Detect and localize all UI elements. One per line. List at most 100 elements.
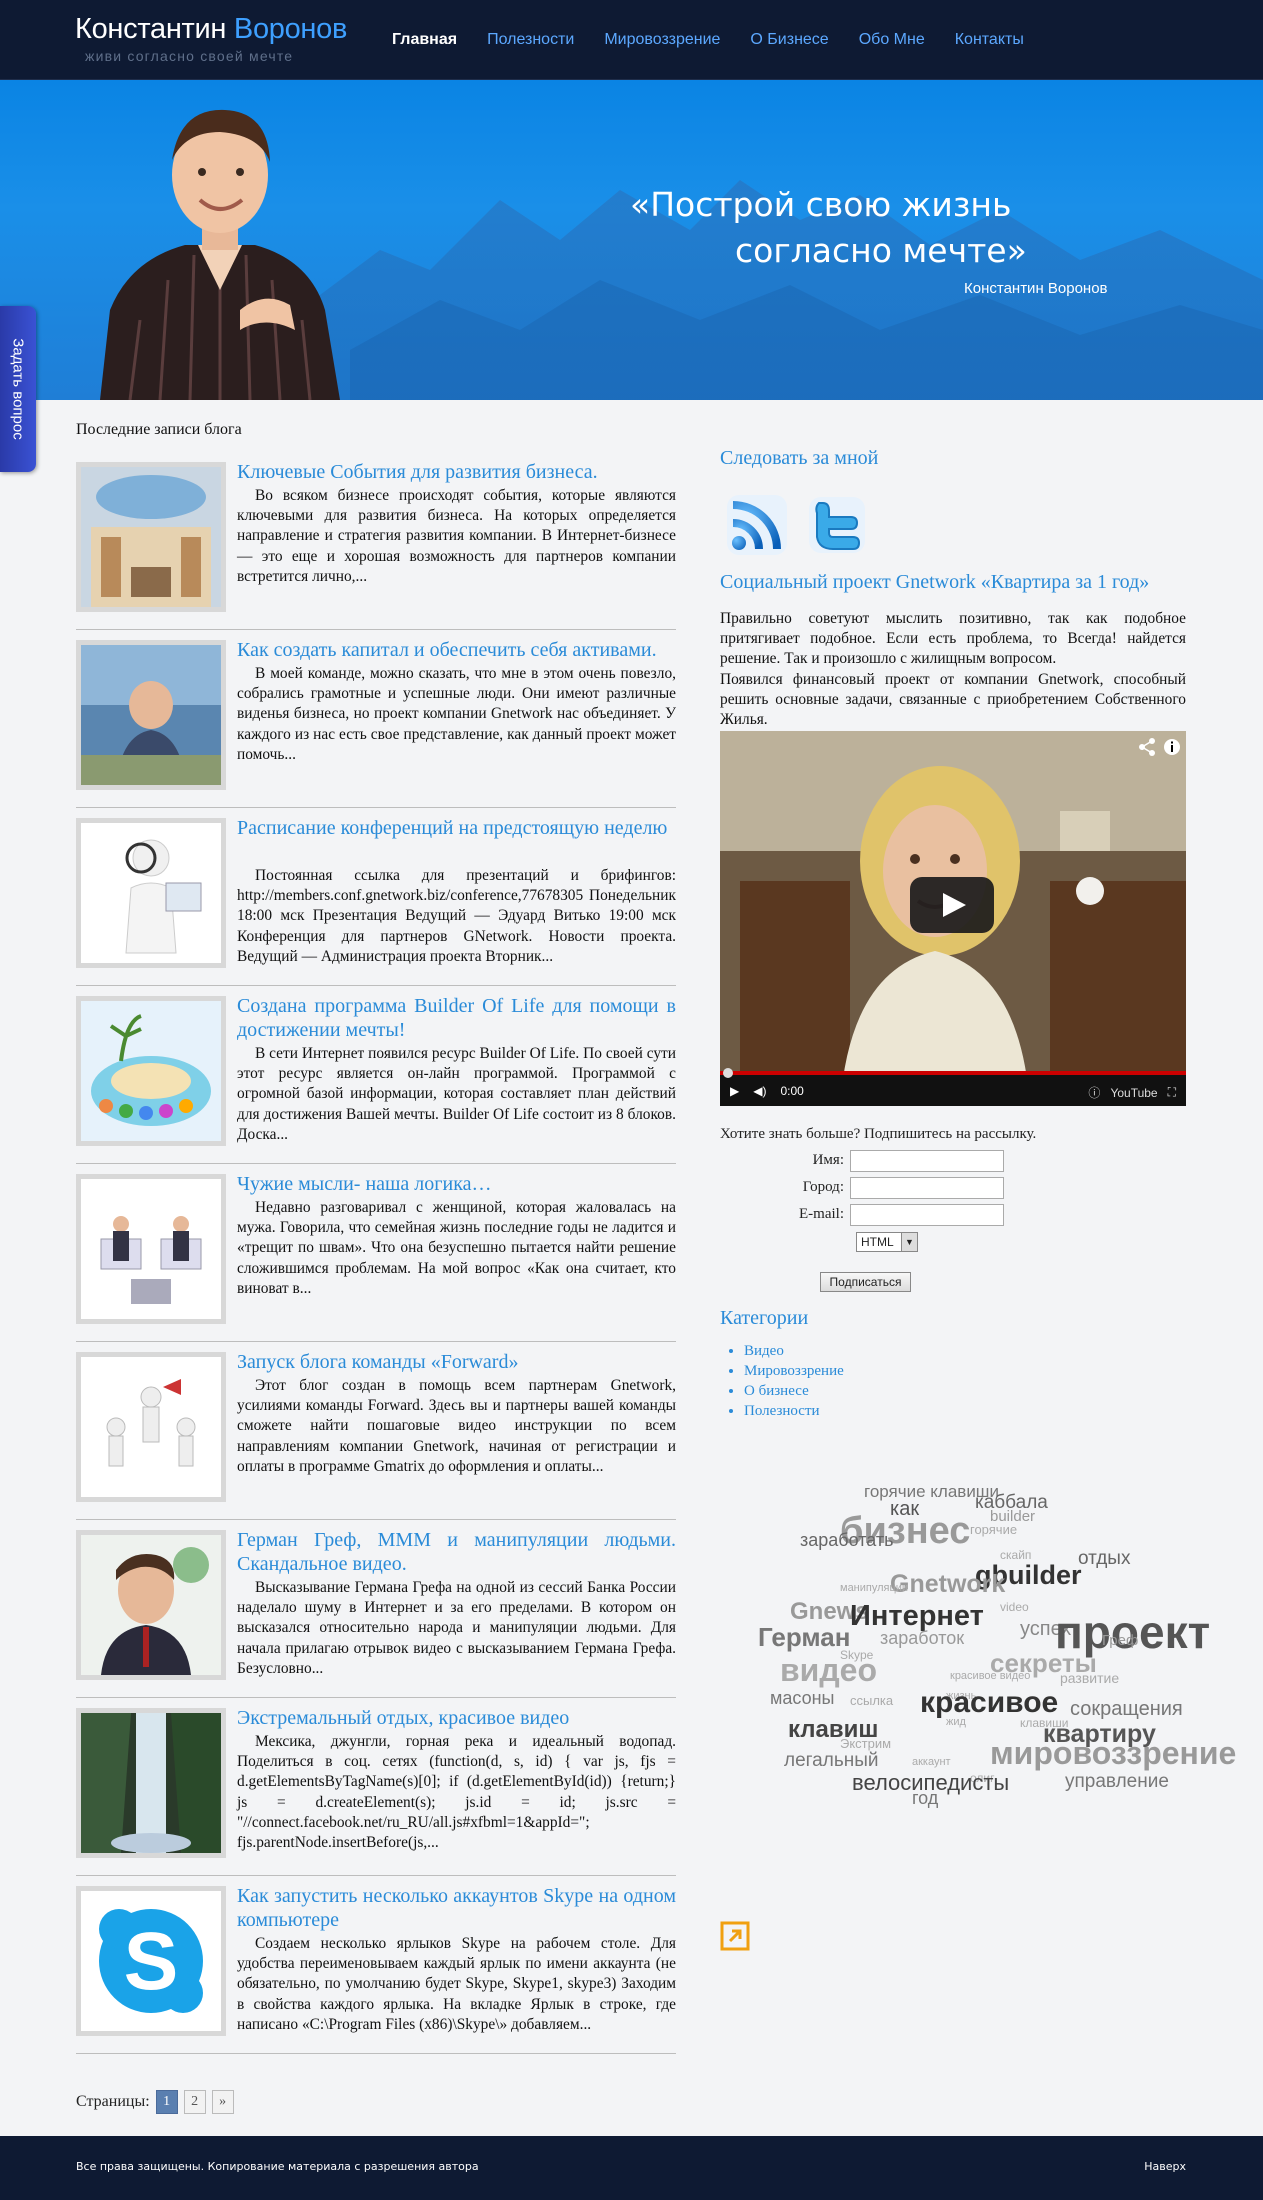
post-thumbnail[interactable] <box>76 640 226 790</box>
post-thumbnail[interactable] <box>76 996 226 1146</box>
post-thumbnail[interactable] <box>76 1708 226 1858</box>
ask-question-tab[interactable]: Задать вопрос <box>0 306 36 472</box>
tag-link[interactable]: заработок <box>880 1628 964 1649</box>
hero-quote: «Построй свою жизнь согласно мечте» <box>630 185 1027 270</box>
play-icon[interactable] <box>910 877 994 933</box>
video-player[interactable]: ▶ ◀) 0:00 ⓘ YouTube ⛶ <box>720 731 1186 1106</box>
post-thumbnail[interactable] <box>76 1530 226 1680</box>
volume-icon[interactable]: ◀) <box>753 1084 766 1098</box>
category-video[interactable]: Видео <box>744 1341 844 1361</box>
tag-link[interactable]: заработать <box>800 1530 894 1551</box>
post-thumbnail[interactable] <box>76 1352 226 1502</box>
tag-link[interactable]: год <box>912 1788 938 1809</box>
post-thumbnail[interactable] <box>76 462 226 612</box>
project-title[interactable]: Социальный проект Gnetwork «Квартира за … <box>720 569 1186 595</box>
page-1[interactable]: 1 <box>155 2090 178 2114</box>
post-title-link[interactable]: Создана программа Builder Of Life для по… <box>237 994 676 1042</box>
post-title-link[interactable]: Как создать капитал и обеспечить себя ак… <box>237 638 676 662</box>
name-label: Имя: <box>812 1152 844 1168</box>
category-business[interactable]: О бизнесе <box>744 1381 844 1401</box>
rss-icon[interactable] <box>725 493 789 557</box>
youtube-logo[interactable]: YouTube <box>1110 1086 1157 1100</box>
tag-link[interactable]: развитие <box>1060 1670 1119 1686</box>
post-thumbnail[interactable]: S <box>76 1886 226 2036</box>
nav-useful[interactable]: Полезности <box>487 31 574 49</box>
svg-text:S: S <box>124 1916 179 2007</box>
post-excerpt: Постоянная ссылка для презентаций и бриф… <box>237 867 676 965</box>
tag-link[interactable]: масоны <box>770 1688 834 1709</box>
post-excerpt: В моей команде, можно сказать, что мне в… <box>237 665 676 763</box>
post-thumbnail[interactable] <box>76 818 226 968</box>
post-title-link[interactable]: Герман Греф, МММ и манипуляции людьми. С… <box>237 1528 676 1576</box>
tag-link[interactable]: управление <box>1065 1771 1169 1793</box>
tag-link[interactable]: ссылка <box>850 1693 893 1708</box>
blog-section-title: Последние записи блога <box>76 421 242 438</box>
city-label: Город: <box>802 1179 844 1195</box>
author-photo <box>100 109 340 400</box>
logo-tagline: живи согласно своей мечте <box>85 48 294 64</box>
tag-link[interactable]: легальный <box>784 1750 878 1772</box>
tag-link[interactable]: Греф <box>1102 1632 1138 1649</box>
nav-worldview[interactable]: Мировоззрение <box>604 31 720 49</box>
nav-about[interactable]: Обо Мне <box>859 31 925 49</box>
city-field[interactable] <box>850 1176 1004 1199</box>
info-icon[interactable]: ⓘ <box>1088 1084 1100 1101</box>
tag-link[interactable]: горячие <box>970 1522 1017 1537</box>
post-thumbnail[interactable] <box>76 1174 226 1324</box>
subscribe-button[interactable]: Подписаться <box>820 1272 911 1292</box>
project-paragraph-1: Правильно советуют мыслить позитивно, та… <box>720 610 1186 668</box>
post-title-link[interactable]: Чужие мысли- наша логика… <box>237 1172 676 1196</box>
follow-title: Следовать за мной <box>720 447 879 469</box>
category-useful[interactable]: Полезности <box>744 1401 844 1421</box>
site-logo[interactable]: Константин Воронов живи согласно своей м… <box>75 12 347 64</box>
post-title-link[interactable]: Запуск блога команды «Forward» <box>237 1350 676 1374</box>
blog-post: Создана программа Builder Of Life для по… <box>76 986 676 1164</box>
tag-cloud: горячие клавиши как каббала builder бизнес го… <box>758 1480 1236 1840</box>
expand-icon[interactable] <box>720 1921 750 1951</box>
follow-icons <box>725 493 1186 559</box>
video-controls: ▶ ◀) 0:00 <box>730 1084 804 1098</box>
nav-contacts[interactable]: Контакты <box>955 31 1024 49</box>
blog-post: Как создать капитал и обеспечить себя ак… <box>76 630 676 808</box>
tag-link[interactable]: video <box>1000 1600 1029 1614</box>
tag-link[interactable]: сокращения <box>1070 1698 1183 1721</box>
category-worldview[interactable]: Мировоззрение <box>744 1361 844 1381</box>
back-to-top-link[interactable]: Наверх <box>1144 2160 1186 2173</box>
page-next[interactable]: » <box>211 2090 234 2114</box>
name-field[interactable] <box>850 1149 1004 1172</box>
post-excerpt: В сети Интернет появился ресурс Builder … <box>237 1045 676 1143</box>
subscribe-title: Хотите знать больше? Подпишитесь на расс… <box>720 1126 1037 1142</box>
video-controls-right: ⓘ YouTube ⛶ <box>1088 1084 1176 1101</box>
categories-widget: Категории Видео Мировоззрение О бизнесе … <box>720 1305 844 1421</box>
post-title-link[interactable]: Как запустить несколько аккаунтов Skype … <box>237 1884 676 1932</box>
pagination: Страницы: 1 2 » <box>76 2090 234 2114</box>
post-excerpt: Высказывание Германа Грефа на одной из с… <box>237 1579 676 1677</box>
share-icon[interactable] <box>1136 737 1182 757</box>
nav-home[interactable]: Главная <box>392 31 457 49</box>
email-field[interactable] <box>850 1203 1004 1226</box>
nav-business[interactable]: О Бизнесе <box>750 31 828 49</box>
tag-link[interactable]: манипуляции <box>840 1582 908 1594</box>
format-select[interactable]: HTML ▼ <box>856 1232 918 1252</box>
post-excerpt: Этот блог создан в помощь всем партнерам… <box>237 1377 676 1475</box>
post-title-link[interactable]: Расписание конференций на предстоящую не… <box>237 816 676 840</box>
tag-link[interactable]: видео <box>780 1652 877 1689</box>
tag-link[interactable]: красивое <box>920 1686 1058 1720</box>
video-time: 0:00 <box>780 1084 804 1098</box>
tag-link[interactable]: Экстрим <box>840 1736 891 1751</box>
tag-link[interactable]: Герман <box>758 1622 850 1653</box>
tag-link[interactable]: аккаунт <box>912 1756 951 1768</box>
post-title-link[interactable]: Ключевые События для развития бизнеса. <box>237 460 676 484</box>
pager-label: Страницы: <box>76 2093 150 2110</box>
page-2[interactable]: 2 <box>183 2090 206 2114</box>
chevron-down-icon: ▼ <box>901 1233 917 1251</box>
tag-link[interactable]: мировоззрение <box>990 1735 1236 1772</box>
fullscreen-icon[interactable]: ⛶ <box>1168 1085 1176 1100</box>
blog-post: Запуск блога команды «Forward» Этот блог … <box>76 1342 676 1520</box>
twitter-icon[interactable] <box>805 493 869 557</box>
play-small-icon[interactable]: ▶ <box>730 1084 739 1098</box>
subscribe-form: Хотите знать больше? Подпишитесь на расс… <box>720 1126 1186 1292</box>
post-title-link[interactable]: Экстремальный отдых, красивое видео <box>237 1706 676 1730</box>
tag-link[interactable]: жид <box>946 1716 966 1728</box>
tag-link[interactable]: отдых <box>1078 1548 1130 1570</box>
